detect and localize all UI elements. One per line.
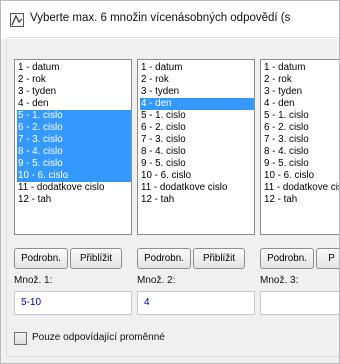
window-title: Vyberte max. 6 množin vícenásobných odpo…	[30, 12, 291, 24]
list-item[interactable]: 7 - 3. cislo	[17, 134, 131, 146]
dialog-window: Vyberte max. 6 množin vícenásobných odpo…	[0, 0, 340, 364]
list-item[interactable]: 11 - dodatkove cislo	[17, 182, 131, 194]
list-item[interactable]: 9 - 5. cislo	[17, 158, 131, 170]
list-item[interactable]: 1 - datum	[140, 62, 254, 74]
set-input-2[interactable]: 4	[137, 291, 255, 315]
list-item[interactable]: 4 - den	[17, 98, 131, 110]
detail-button-2[interactable]: Podrobn.	[137, 248, 191, 269]
title-bar: Vyberte max. 6 množin vícenásobných odpo…	[1, 1, 339, 39]
list-item[interactable]: 3 - tyden	[263, 86, 339, 98]
list-item[interactable]: 11 - dodatkove cislo	[140, 182, 254, 194]
list-item[interactable]: 9 - 5. cislo	[263, 158, 339, 170]
list-item[interactable]: 6 - 2. cislo	[140, 122, 254, 134]
app-icon	[10, 13, 24, 27]
only-matching-label: Pouze odpovídající proměnné	[32, 332, 165, 343]
list-item[interactable]: 1 - datum	[17, 62, 131, 74]
list-item[interactable]: 2 - rok	[140, 74, 254, 86]
list-item[interactable]: 3 - tyden	[17, 86, 131, 98]
list-item[interactable]: 10 - 6. cislo	[17, 170, 131, 182]
variable-listbox-3[interactable]: 1 - datum 2 - rok 3 - tyden 4 - den 5 - …	[260, 59, 339, 235]
list-item[interactable]: 4 - den	[140, 98, 254, 110]
zoom-button-2[interactable]: Přiblížit	[193, 248, 245, 269]
list-item[interactable]: 7 - 3. cislo	[140, 134, 254, 146]
list-item[interactable]: 5 - 1. cislo	[263, 110, 339, 122]
list-item[interactable]: 2 - rok	[17, 74, 131, 86]
list-item[interactable]: 4 - den	[263, 98, 339, 110]
list-item[interactable]: 6 - 2. cislo	[263, 122, 339, 134]
zoom-button-3[interactable]: P	[316, 248, 339, 269]
set-label-1: Množ. 1:	[14, 275, 53, 286]
list-item[interactable]: 7 - 3. cislo	[263, 134, 339, 146]
only-matching-checkbox[interactable]	[14, 332, 27, 345]
list-item[interactable]: 10 - 6. cislo	[140, 170, 254, 182]
list-item[interactable]: 11 - dodatkove cislo	[263, 182, 339, 194]
list-item[interactable]: 6 - 2. cislo	[17, 122, 131, 134]
list-item[interactable]: 5 - 1. cislo	[140, 110, 254, 122]
list-item[interactable]: 8 - 4. cislo	[263, 146, 339, 158]
list-item[interactable]: 10 - 6. cislo	[263, 170, 339, 182]
list-item[interactable]: 12 - tah	[17, 194, 131, 206]
set-input-3[interactable]	[260, 291, 339, 315]
set-label-2: Množ. 2:	[137, 275, 176, 286]
zoom-button-1[interactable]: Přiblížit	[70, 248, 122, 269]
variable-listbox-1[interactable]: 1 - datum 2 - rok 3 - tyden 4 - den 5 - …	[14, 59, 132, 235]
list-item[interactable]: 5 - 1. cislo	[17, 110, 131, 122]
list-item[interactable]: 2 - rok	[263, 74, 339, 86]
list-item[interactable]: 12 - tah	[263, 194, 339, 206]
list-item[interactable]: 1 - datum	[263, 62, 339, 74]
list-item[interactable]: 8 - 4. cislo	[17, 146, 131, 158]
list-item[interactable]: 9 - 5. cislo	[140, 158, 254, 170]
set-input-1[interactable]: 5-10	[14, 291, 132, 315]
list-item[interactable]: 12 - tah	[140, 194, 254, 206]
variable-listbox-2[interactable]: 1 - datum 2 - rok 3 - tyden 4 - den 5 - …	[137, 59, 255, 235]
set-label-3: Množ. 3:	[260, 275, 299, 286]
list-item[interactable]: 3 - tyden	[140, 86, 254, 98]
detail-button-1[interactable]: Podrobn.	[14, 248, 68, 269]
detail-button-3[interactable]: Podrobn.	[260, 248, 314, 269]
list-item[interactable]: 8 - 4. cislo	[140, 146, 254, 158]
